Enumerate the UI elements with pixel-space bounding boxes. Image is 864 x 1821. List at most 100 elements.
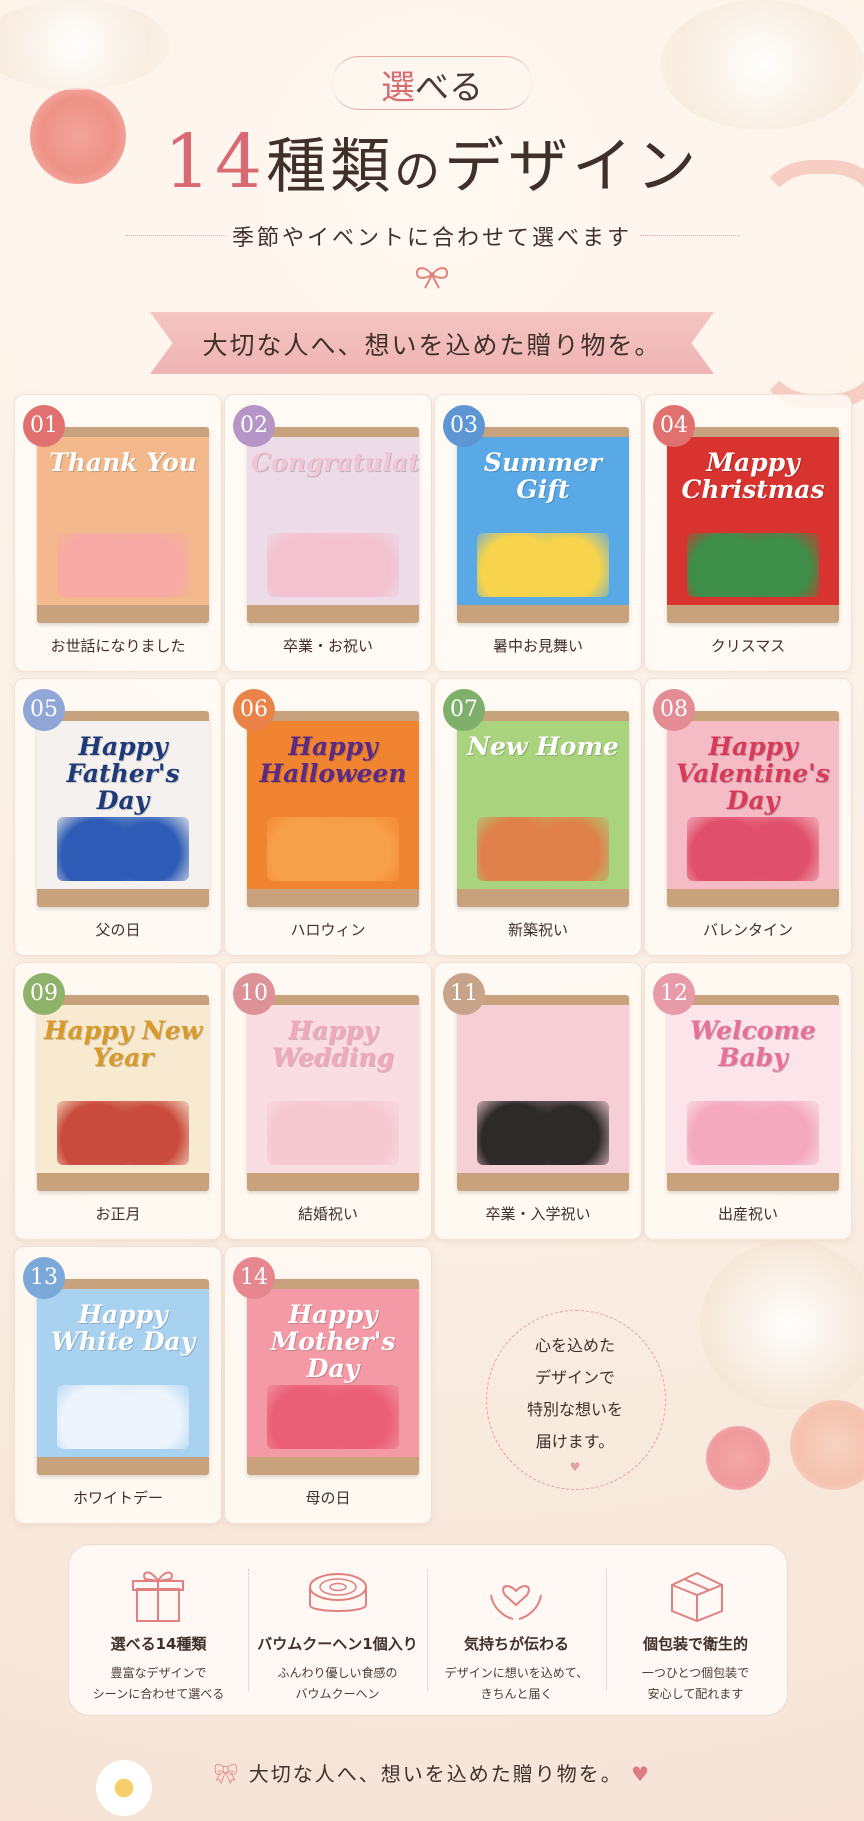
design-card[interactable]: 14 Happy Mother's Day 母の日: [224, 1246, 432, 1524]
design-wrapper-title: Happy White Day: [50, 1300, 196, 1356]
small-heart-icon: ♥: [569, 1460, 581, 1474]
design-label: 出産祝い: [717, 1205, 778, 1223]
design-illustration: [687, 1101, 819, 1165]
design-label: 父の日: [95, 921, 141, 939]
package-icon: [671, 1571, 723, 1623]
bow-icon: 🎀︎: [212, 1762, 241, 1786]
design-number-badge: 08: [653, 689, 695, 731]
design-wrapper-title: New Home: [467, 732, 619, 761]
design-card[interactable]: 07 New Home 新築祝い: [434, 678, 642, 956]
feature-title: バウムクーヘン1個入り: [257, 1635, 418, 1653]
design-illustration: [477, 817, 609, 881]
design-label: 卒業・お祝い: [282, 637, 373, 655]
design-card[interactable]: 08 Happy Valentine's Day バレンタイン: [644, 678, 852, 956]
design-number-badge: 06: [233, 689, 275, 731]
design-wrapper-title: Summer Gift: [483, 448, 603, 504]
design-illustration: [687, 817, 819, 881]
design-number-badge: 10: [233, 973, 275, 1015]
heart-hands-icon: [490, 1585, 542, 1620]
kraft-box: New Home: [457, 711, 629, 907]
design-illustration: [57, 533, 189, 597]
design-illustration: [267, 1101, 399, 1165]
design-wrapper-title: Mappy Christmas: [681, 448, 825, 504]
footer: 🎀︎ 大切な人へ、想いを込めた贈り物を。 ♥: [0, 1758, 864, 1787]
kraft-box: Thank You: [37, 427, 209, 623]
design-card[interactable]: 01 Thank You お世話になりました: [14, 394, 222, 672]
design-label: 母の日: [305, 1489, 351, 1507]
page-title: 14種類のデザイン: [0, 118, 864, 205]
message-text: 心を込めた デザインで 特別な想いを 届けます。 ♥: [486, 1330, 664, 1476]
kraft-box: Mappy Christmas: [667, 427, 839, 623]
pill-accent: 選: [381, 68, 415, 108]
design-number-badge: 07: [443, 689, 485, 731]
design-label: ホワイトデー: [72, 1489, 163, 1507]
title-no: の: [394, 144, 445, 198]
design-wrapper-image: Congratulations: [247, 437, 419, 605]
kraft-box: Happy Halloween: [247, 711, 419, 907]
feature-desc: デザインに想いを込めて、 きちんと届く: [427, 1663, 606, 1705]
design-number-badge: 05: [23, 689, 65, 731]
design-wrapper-title: Thank You: [49, 448, 197, 477]
design-wrapper-image: Happy Valentine's Day: [667, 721, 839, 889]
design-card[interactable]: 11 卒業・入学祝い: [434, 962, 642, 1240]
design-wrapper-image: Happy White Day: [37, 1289, 209, 1457]
kraft-box: Congratulations: [247, 427, 419, 623]
design-illustration: [267, 1385, 399, 1449]
feature-desc-line: ふんわり優しい食感の: [277, 1666, 398, 1680]
design-number-badge: 09: [23, 973, 65, 1015]
feature-desc: 一つひとつ個包装で 安心して配れます: [606, 1663, 785, 1705]
design-wrapper-image: Thank You: [37, 437, 209, 605]
feature-title: 選べる14種類: [110, 1635, 207, 1653]
design-number-badge: 14: [233, 1257, 275, 1299]
message-line: 届けます。: [535, 1432, 615, 1451]
design-card[interactable]: 05 Happy Father's Day 父の日: [14, 678, 222, 956]
design-card[interactable]: 06 Happy Halloween ハロウィン: [224, 678, 432, 956]
design-wrapper-image: Summer Gift: [457, 437, 629, 605]
design-card[interactable]: 09 Happy New Year お正月: [14, 962, 222, 1240]
design-card[interactable]: 12 Welcome Baby 出産祝い: [644, 962, 852, 1240]
design-wrapper-image: Happy Father's Day: [37, 721, 209, 889]
heart-icon: ♥: [631, 1762, 652, 1786]
feature-desc-line: 豊富なデザインで: [110, 1666, 207, 1680]
design-illustration: [267, 533, 399, 597]
title-number: 14: [163, 119, 267, 205]
design-card[interactable]: 10 Happy Wedding 結婚祝い: [224, 962, 432, 1240]
message-line: 心を込めた: [534, 1336, 615, 1355]
pill-label: 選べる: [332, 60, 532, 109]
design-label: お正月: [95, 1205, 141, 1223]
design-wrapper-image: [457, 1005, 629, 1173]
design-wrapper-title: Happy Valentine's Day: [676, 732, 830, 815]
baumkuchen-icon: [309, 1573, 367, 1612]
kraft-box: [457, 995, 629, 1191]
feature-desc-line: シーンに合わせて選べる: [92, 1687, 225, 1701]
feature-title: 気持ちが伝わる: [463, 1635, 569, 1653]
design-wrapper-title: Happy Father's Day: [66, 732, 180, 815]
carnation-decoration: [706, 1426, 770, 1490]
footer-text: 大切な人へ、想いを込めた贈り物を。: [248, 1762, 623, 1786]
subtitle: 季節やイベントに合わせて選べます: [231, 226, 632, 251]
design-card[interactable]: 13 Happy White Day ホワイトデー: [14, 1246, 222, 1524]
design-card[interactable]: 03 Summer Gift 暑中お見舞い: [434, 394, 642, 672]
design-wrapper-title: Happy Mother's Day: [270, 1300, 396, 1383]
feature-feelings: 気持ちが伝わる デザインに想いを込めて、 きちんと届く: [427, 1545, 606, 1715]
design-label: クリスマス: [710, 637, 786, 655]
design-number-badge: 11: [443, 973, 485, 1015]
kraft-box: Happy Mother's Day: [247, 1279, 419, 1475]
kraft-box: Happy Father's Day: [37, 711, 209, 907]
design-wrapper-title: Welcome Baby: [690, 1016, 816, 1072]
feature-desc-line: きちんと届く: [480, 1687, 553, 1701]
design-wrapper-title: Happy New Year: [43, 1016, 203, 1072]
kraft-box: Happy Valentine's Day: [667, 711, 839, 907]
feature-packaging: 個包装で衛生的 一つひとつ個包装で 安心して配れます: [606, 1545, 785, 1715]
design-card[interactable]: 02Congratulations 卒業・お祝い: [224, 394, 432, 672]
pill-rest: べる: [415, 68, 483, 108]
design-wrapper-image: Happy New Year: [37, 1005, 209, 1173]
design-wrapper-title: Happy Wedding: [271, 1016, 395, 1072]
feature-baumkuchen: バウムクーヘン1個入り ふんわり優しい食感の バウムクーヘン: [248, 1545, 427, 1715]
kraft-box: Welcome Baby: [667, 995, 839, 1191]
design-wrapper-image: Happy Wedding: [247, 1005, 419, 1173]
design-wrapper-image: New Home: [457, 721, 629, 889]
title-main: 種類: [266, 132, 395, 202]
kraft-box: Happy White Day: [37, 1279, 209, 1475]
design-card[interactable]: 04 Mappy Christmas クリスマス: [644, 394, 852, 672]
